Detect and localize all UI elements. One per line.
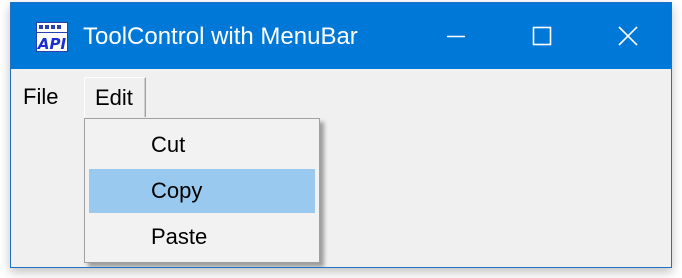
window-title: ToolControl with MenuBar: [83, 23, 358, 50]
menu-item-copy[interactable]: Copy: [89, 169, 315, 213]
title-bar[interactable]: API ToolControl with MenuBar: [11, 3, 671, 69]
close-button[interactable]: [585, 3, 671, 69]
app-icon: API: [36, 22, 68, 52]
close-icon: [618, 26, 638, 46]
application-window: API ToolControl with MenuBar File Edit C…: [10, 2, 672, 268]
edit-dropdown-menu: Cut Copy Paste: [84, 118, 320, 263]
svg-text:API: API: [37, 35, 67, 52]
screen: API ToolControl with MenuBar File Edit C…: [0, 0, 682, 278]
maximize-icon: [532, 26, 552, 46]
minimize-icon: [447, 35, 465, 38]
menu-bar: File Edit: [11, 69, 671, 123]
menu-item-cut[interactable]: Cut: [89, 123, 315, 167]
menu-item-paste[interactable]: Paste: [89, 215, 315, 259]
menu-file[interactable]: File: [13, 77, 70, 117]
menu-edit[interactable]: Edit: [84, 77, 146, 117]
maximize-button[interactable]: [499, 3, 585, 69]
minimize-button[interactable]: [413, 3, 499, 69]
